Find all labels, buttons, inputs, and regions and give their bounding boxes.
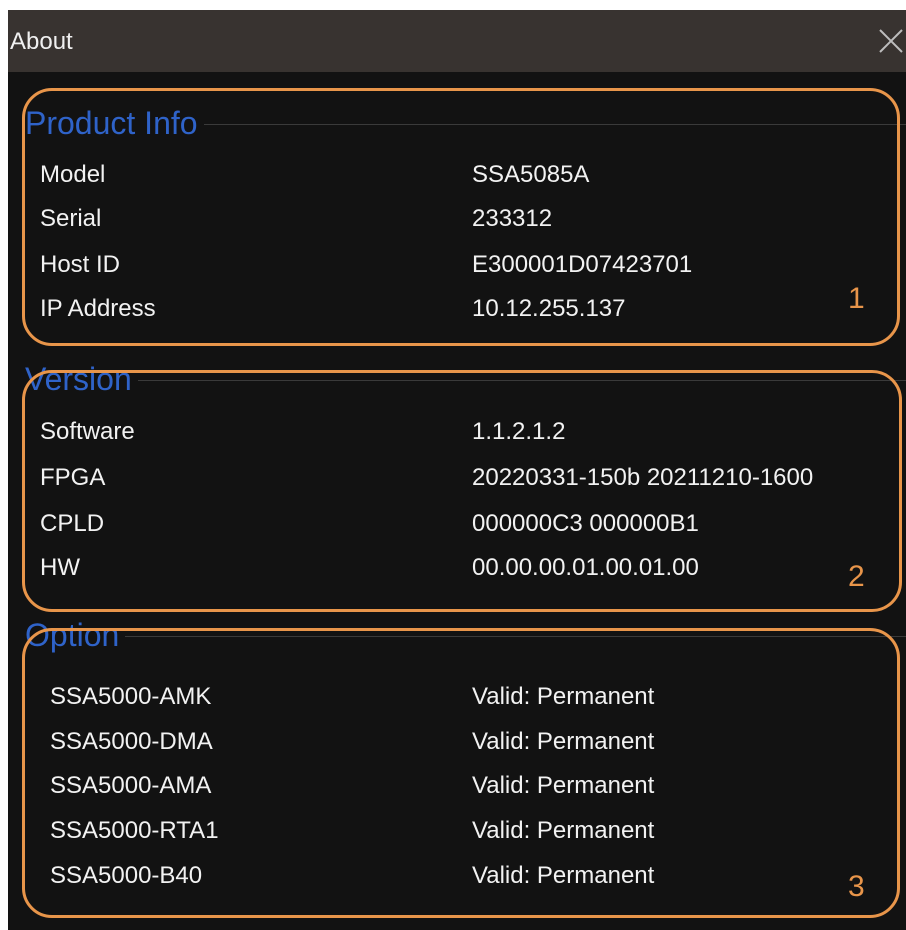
option-name: SSA5000-RTA1 <box>50 817 219 844</box>
version-label: FPGA <box>40 464 106 491</box>
version-value: 1.1.2.1.2 <box>472 418 566 445</box>
info-value: 233312 <box>472 205 553 232</box>
info-row-ip-address: IP Address 10.12.255.137 <box>40 287 900 331</box>
option-name: SSA5000-AMA <box>50 772 212 799</box>
option-row: SSA5000-AMA Valid: Permanent <box>40 764 900 808</box>
info-value: SSA5085A <box>472 161 590 188</box>
version-value: 00.00.00.01.00.01.00 <box>472 554 699 581</box>
about-dialog: About Product Info 1 Model SSA5085A Seri… <box>8 10 906 930</box>
option-name: SSA5000-B40 <box>50 862 203 889</box>
version-row-cpld: CPLD 000000C3 000000B1 <box>40 502 900 546</box>
info-label: Model <box>40 161 106 188</box>
version-value: 20220331-150b 20211210-1600 <box>472 464 814 491</box>
option-row: SSA5000-DMA Valid: Permanent <box>40 720 900 764</box>
info-label: Serial <box>40 205 102 232</box>
info-value: E300001D07423701 <box>472 251 693 278</box>
version-row-fpga: FPGA 20220331-150b 20211210-1600 <box>40 456 900 500</box>
option-status: Valid: Permanent <box>472 772 655 799</box>
option-divider <box>25 636 906 637</box>
version-label: HW <box>40 554 80 581</box>
info-label: IP Address <box>40 295 156 322</box>
info-value: 10.12.255.137 <box>472 295 626 322</box>
option-row: SSA5000-RTA1 Valid: Permanent <box>40 809 900 853</box>
info-row-serial: Serial 233312 <box>40 197 900 241</box>
title-bar: About <box>8 10 906 72</box>
version-label: Software <box>40 418 135 445</box>
option-name: SSA5000-DMA <box>50 728 213 755</box>
option-row: SSA5000-B40 Valid: Permanent <box>40 854 900 898</box>
option-status: Valid: Permanent <box>472 683 655 710</box>
dialog-title: About <box>10 28 73 55</box>
version-heading: Version <box>25 361 138 397</box>
annotation-marker-3: 3 <box>848 870 865 903</box>
close-icon[interactable] <box>876 26 906 56</box>
info-row-model: Model SSA5085A <box>40 153 900 197</box>
info-label: Host ID <box>40 251 121 278</box>
annotation-marker-2: 2 <box>848 560 865 593</box>
version-divider <box>25 380 906 381</box>
annotation-marker-1: 1 <box>848 282 865 315</box>
option-row: SSA5000-AMK Valid: Permanent <box>40 675 900 719</box>
version-row-hw: HW 00.00.00.01.00.01.00 <box>40 546 900 590</box>
version-value: 000000C3 000000B1 <box>472 510 699 537</box>
option-name: SSA5000-AMK <box>50 683 212 710</box>
version-row-software: Software 1.1.2.1.2 <box>40 410 900 454</box>
option-status: Valid: Permanent <box>472 728 655 755</box>
info-row-host-id: Host ID E300001D07423701 <box>40 243 900 287</box>
version-label: CPLD <box>40 510 105 537</box>
option-heading: Option <box>25 617 126 653</box>
product-info-heading: Product Info <box>25 105 204 141</box>
option-status: Valid: Permanent <box>472 862 655 889</box>
option-status: Valid: Permanent <box>472 817 655 844</box>
